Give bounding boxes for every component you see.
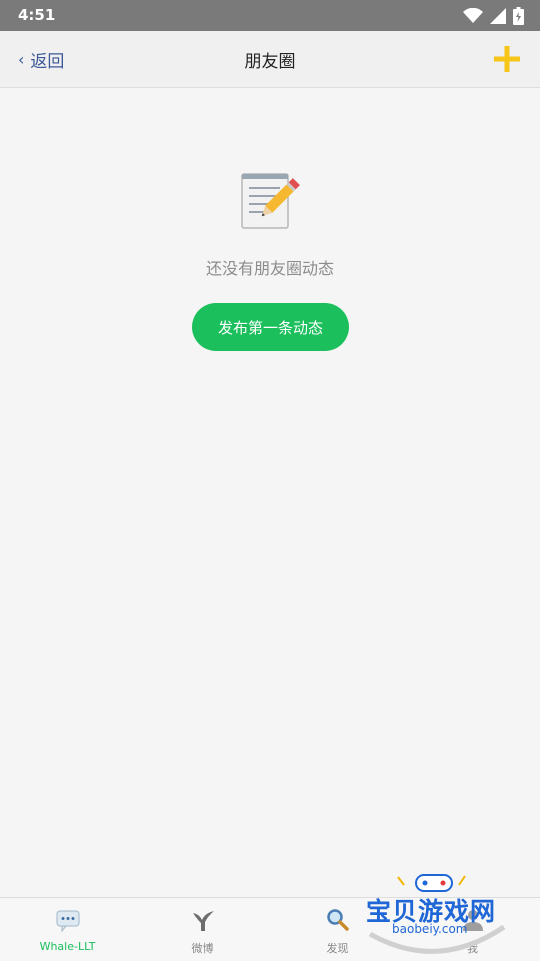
magnifier-icon bbox=[326, 909, 349, 931]
page-title: 朋友圈 bbox=[244, 52, 296, 72]
status-icons bbox=[463, 6, 524, 26]
empty-message: 还没有朋友圈动态 bbox=[205, 259, 334, 278]
bird-icon bbox=[192, 911, 214, 931]
wifi-icon bbox=[463, 8, 483, 23]
chat-bubble-icon bbox=[56, 910, 79, 933]
nav-bar: ‹ 返回 朋友圈 bbox=[0, 31, 540, 88]
post-first-moment-button[interactable]: 发布第一条动态 bbox=[192, 303, 349, 351]
add-icon[interactable] bbox=[494, 46, 520, 72]
tab-label: Whale-LLT bbox=[39, 940, 96, 953]
watermark-url: baobeiy.com bbox=[392, 922, 468, 936]
tab-label: 微博 bbox=[191, 942, 214, 955]
battery-icon bbox=[513, 7, 524, 25]
signal-icon bbox=[490, 8, 506, 24]
tab-weibo[interactable]: 微博 bbox=[135, 898, 270, 961]
memo-pencil-icon bbox=[241, 173, 300, 229]
tab-whale-llt[interactable]: Whale-LLT bbox=[0, 898, 135, 961]
status-bar: 4:51 bbox=[0, 0, 540, 31]
watermark: 宝贝游戏网 baobeiy.com bbox=[362, 872, 512, 958]
status-time: 4:51 bbox=[18, 6, 56, 24]
